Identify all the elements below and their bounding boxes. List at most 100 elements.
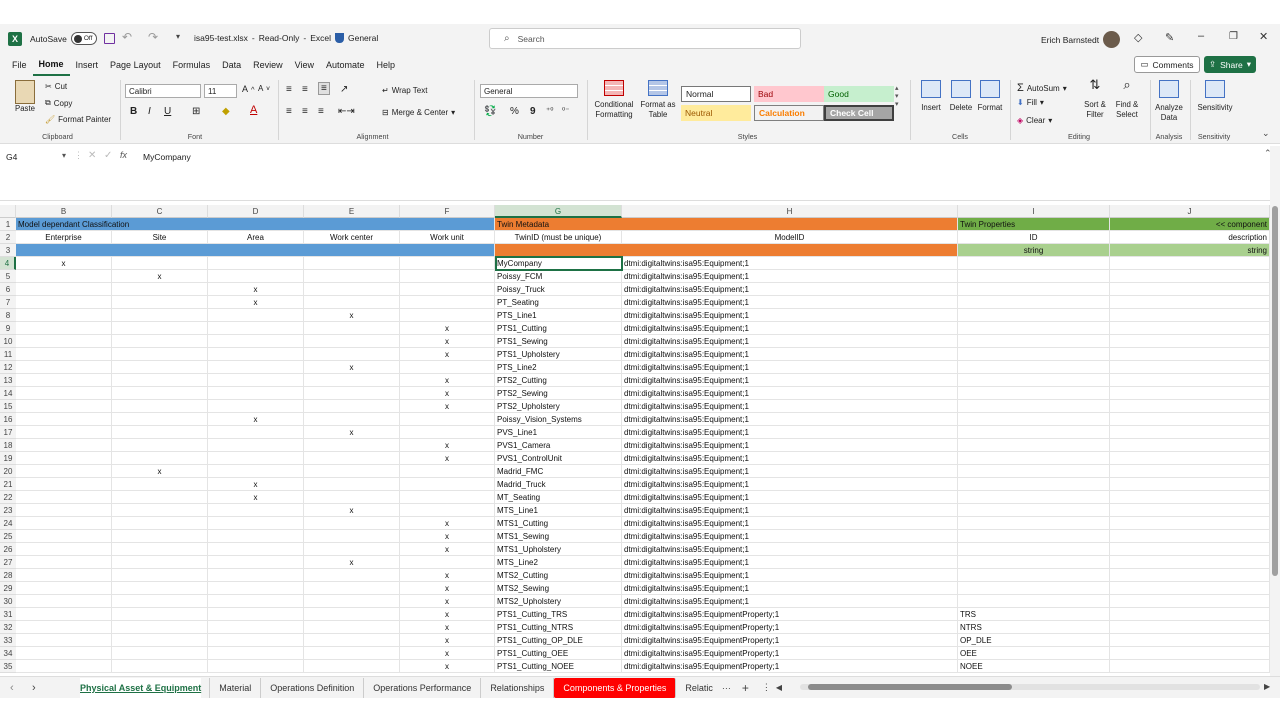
empty-cell[interactable] (1110, 270, 1270, 283)
row-header[interactable]: 10 (0, 335, 16, 348)
twin-id-cell[interactable]: Madrid_Truck (495, 478, 622, 491)
empty-cell[interactable] (16, 582, 112, 595)
row-header[interactable]: 13 (0, 374, 16, 387)
twin-id-cell[interactable]: PTS1_Cutting_OEE (495, 647, 622, 660)
tab-formulas[interactable]: Formulas (167, 54, 217, 76)
row-header[interactable]: 26 (0, 543, 16, 556)
column-header-b[interactable]: B (16, 205, 112, 218)
hierarchy-marker[interactable]: x (400, 517, 495, 530)
empty-cell[interactable] (112, 647, 208, 660)
empty-cell[interactable] (304, 348, 400, 361)
hierarchy-marker[interactable]: x (304, 556, 400, 569)
hierarchy-marker[interactable]: x (400, 439, 495, 452)
customize-qat-icon[interactable]: ▾ (176, 32, 180, 41)
tab-page-layout[interactable]: Page Layout (104, 54, 167, 76)
empty-cell[interactable] (400, 296, 495, 309)
close-icon[interactable]: ✕ (1259, 30, 1268, 43)
hierarchy-marker[interactable]: x (208, 491, 304, 504)
styles-scroll-icon[interactable]: ▴ ▾ ▾ (895, 84, 899, 108)
empty-cell[interactable] (1110, 478, 1270, 491)
model-id-cell[interactable]: dtmi:digitaltwins:isa95:Equipment;1 (622, 296, 958, 309)
comments-button[interactable]: ▭ Comments (1134, 56, 1200, 73)
empty-cell[interactable] (208, 608, 304, 621)
name-box[interactable]: G4 (4, 149, 70, 164)
scroll-left-small-icon[interactable]: ◀ (776, 683, 788, 692)
empty-cell[interactable] (208, 595, 304, 608)
twin-id-cell[interactable]: MyCompany (495, 257, 622, 270)
empty-cell[interactable] (16, 348, 112, 361)
empty-cell[interactable] (1110, 582, 1270, 595)
row-header[interactable]: 32 (0, 621, 16, 634)
empty-cell[interactable] (112, 543, 208, 556)
twin-id-cell[interactable]: PTS2_Sewing (495, 387, 622, 400)
twin-id-cell[interactable]: PTS1_Cutting_NOEE (495, 660, 622, 673)
conditional-formatting-button[interactable]: Conditional Formatting (592, 80, 636, 120)
twin-id-cell[interactable]: Poissy_FCM (495, 270, 622, 283)
property-id-cell[interactable] (958, 569, 1110, 582)
empty-cell[interactable] (208, 400, 304, 413)
property-id-cell[interactable] (958, 426, 1110, 439)
row-header[interactable]: 35 (0, 660, 16, 673)
sensitivity-button[interactable]: Sensitivity (1194, 80, 1236, 113)
column-header-f[interactable]: F (400, 205, 495, 218)
empty-cell[interactable] (16, 335, 112, 348)
empty-cell[interactable] (112, 439, 208, 452)
sheet-tab-operations-definition[interactable]: Operations Definition (261, 677, 365, 698)
model-id-cell[interactable]: dtmi:digitaltwins:isa95:Equipment;1 (622, 257, 958, 270)
style-bad[interactable]: Bad (754, 86, 824, 102)
empty-cell[interactable] (400, 491, 495, 504)
model-id-cell[interactable]: dtmi:digitaltwins:isa95:Equipment;1 (622, 270, 958, 283)
empty-cell[interactable] (304, 452, 400, 465)
empty-cell[interactable] (112, 374, 208, 387)
autosave-toggle[interactable]: Off (70, 32, 97, 45)
empty-cell[interactable] (304, 478, 400, 491)
empty-cell[interactable] (112, 257, 208, 270)
hierarchy-marker[interactable]: x (400, 530, 495, 543)
empty-cell[interactable] (112, 478, 208, 491)
empty-cell[interactable] (208, 569, 304, 582)
empty-cell[interactable] (112, 569, 208, 582)
twin-id-cell[interactable]: Madrid_FMC (495, 465, 622, 478)
hierarchy-marker[interactable]: x (400, 335, 495, 348)
empty-cell[interactable] (112, 348, 208, 361)
model-id-cell[interactable]: dtmi:digitaltwins:isa95:Equipment;1 (622, 374, 958, 387)
style-check-cell[interactable]: Check Cell (824, 105, 894, 121)
find-select-button[interactable]: ⌕ Find & Select (1112, 78, 1142, 120)
property-id-cell[interactable] (958, 270, 1110, 283)
empty-cell[interactable] (400, 257, 495, 270)
enter-icon[interactable]: ✓ (104, 150, 112, 161)
column-header-h[interactable]: H (622, 205, 958, 218)
property-id-cell[interactable]: OP_DLE (958, 634, 1110, 647)
empty-cell[interactable] (208, 517, 304, 530)
empty-cell[interactable] (1110, 569, 1270, 582)
empty-cell[interactable] (208, 322, 304, 335)
empty-cell[interactable] (1110, 296, 1270, 309)
hierarchy-marker[interactable]: x (400, 608, 495, 621)
property-id-cell[interactable] (958, 361, 1110, 374)
empty-cell[interactable] (208, 556, 304, 569)
increase-decimal-icon[interactable]: ⁺⁰ (546, 106, 553, 115)
comma-button[interactable]: 9 (530, 106, 536, 117)
empty-cell[interactable] (16, 530, 112, 543)
row-header[interactable]: 15 (0, 400, 16, 413)
cancel-icon[interactable]: ✕ (88, 150, 96, 161)
empty-cell[interactable] (112, 608, 208, 621)
row-header[interactable]: 17 (0, 426, 16, 439)
underline-button[interactable]: U (164, 106, 171, 117)
tab-automate[interactable]: Automate (320, 54, 371, 76)
tab-help[interactable]: Help (371, 54, 402, 76)
row-header[interactable]: 16 (0, 413, 16, 426)
undo-icon[interactable]: ↶ (122, 30, 132, 44)
empty-cell[interactable] (112, 660, 208, 673)
property-id-cell[interactable] (958, 530, 1110, 543)
twin-id-cell[interactable]: PTS1_Cutting (495, 322, 622, 335)
hierarchy-marker[interactable]: x (112, 465, 208, 478)
empty-cell[interactable] (112, 309, 208, 322)
twin-id-cell[interactable]: PTS2_Upholstery (495, 400, 622, 413)
empty-cell[interactable] (400, 478, 495, 491)
property-id-cell[interactable] (958, 556, 1110, 569)
row-header[interactable]: 19 (0, 452, 16, 465)
hierarchy-marker[interactable]: x (112, 270, 208, 283)
empty-cell[interactable] (16, 413, 112, 426)
empty-cell[interactable] (208, 634, 304, 647)
